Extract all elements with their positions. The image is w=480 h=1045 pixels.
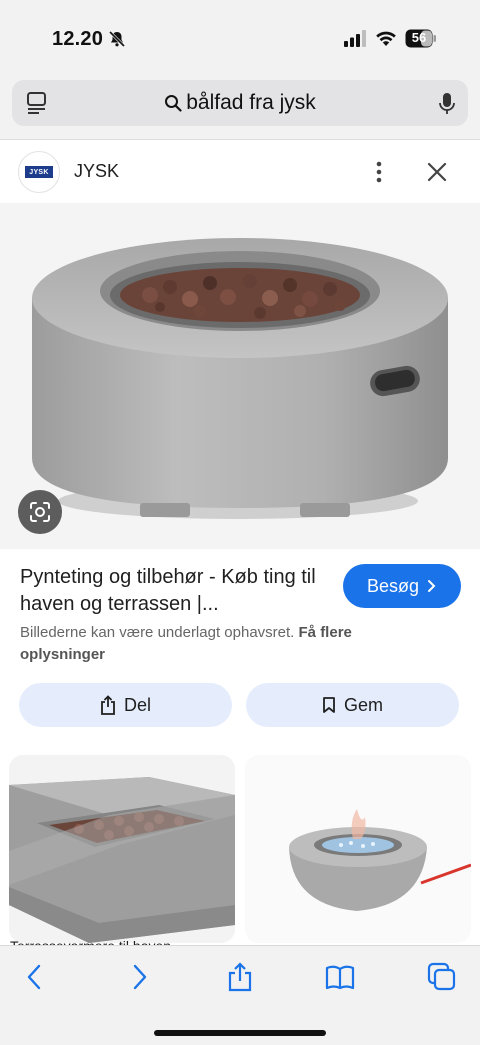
wifi-icon xyxy=(376,31,396,46)
back-icon[interactable] xyxy=(20,962,50,992)
home-indicator xyxy=(154,1030,326,1036)
share-label: Del xyxy=(123,694,151,715)
visit-button[interactable]: Besøg xyxy=(343,564,461,608)
result-title[interactable]: Pynteting og tilbehør - Køb ting til hav… xyxy=(20,564,330,618)
share-icon xyxy=(101,695,115,715)
search-icon xyxy=(165,95,182,112)
save-label: Gem xyxy=(343,694,383,715)
visit-button-label: Besøg xyxy=(366,575,420,596)
source-logo: JYSK xyxy=(18,151,60,193)
related-card-label[interactable]: Terrassevarmere til haven xyxy=(10,937,230,945)
source-header: JYSK JYSK xyxy=(0,141,480,203)
source-logo-text: JYSK xyxy=(25,166,53,178)
bookmarks-icon[interactable] xyxy=(325,962,355,992)
close-icon[interactable] xyxy=(424,159,450,185)
status-bar: 12.20 56 xyxy=(0,0,480,78)
share-button[interactable]: Del xyxy=(19,683,232,727)
signal-icon xyxy=(344,30,366,47)
tabs-overview-icon[interactable] xyxy=(427,962,457,992)
fire-pit-image xyxy=(32,238,448,519)
search-area: bålfad fra jysk xyxy=(0,78,480,140)
lens-button[interactable] xyxy=(18,490,62,534)
caption-text: Billederne kan være underlagt ophavsret. xyxy=(20,624,295,641)
forward-icon[interactable] xyxy=(124,962,154,992)
chevron-right-icon xyxy=(428,580,436,592)
save-button[interactable]: Gem xyxy=(246,683,459,727)
browser-toolbar xyxy=(0,945,480,1045)
search-input[interactable]: bålfad fra jysk xyxy=(186,91,316,115)
battery-icon: 56 xyxy=(405,29,437,48)
related-card[interactable] xyxy=(9,755,235,943)
bookmark-icon xyxy=(323,697,335,713)
result-image[interactable] xyxy=(0,203,480,549)
copyright-caption: Billederne kan være underlagt ophavsret.… xyxy=(20,622,440,666)
battery-level: 56 xyxy=(411,30,427,45)
search-bar[interactable]: bålfad fra jysk xyxy=(12,80,468,126)
bell-slash-icon xyxy=(108,30,126,48)
related-image-bowl-firepit xyxy=(245,755,471,943)
more-icon[interactable] xyxy=(368,157,390,187)
source-name[interactable]: JYSK xyxy=(74,161,119,182)
related-card[interactable] xyxy=(245,755,471,943)
lens-icon xyxy=(30,502,50,522)
mic-icon[interactable] xyxy=(438,92,456,116)
search-query-wrap[interactable]: bålfad fra jysk xyxy=(12,80,468,126)
status-time: 12.20 xyxy=(52,28,104,50)
share-sheet-icon[interactable] xyxy=(225,962,255,992)
related-image-square-firepit xyxy=(9,755,235,943)
